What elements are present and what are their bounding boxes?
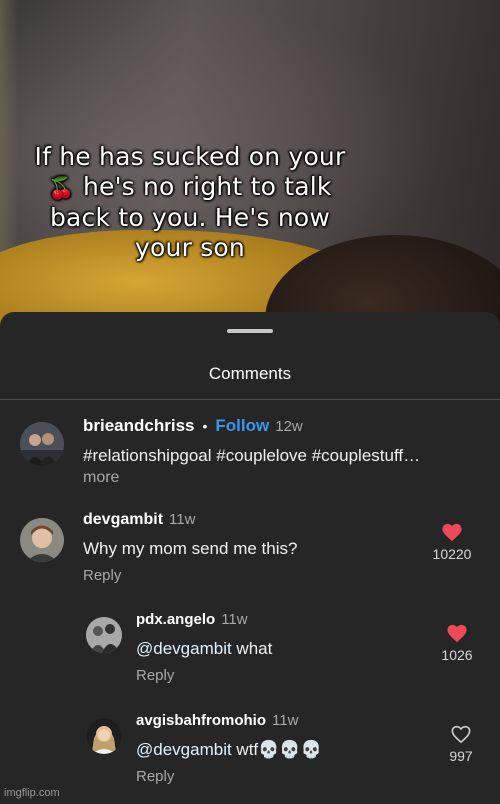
like-button[interactable]: 1026	[427, 623, 487, 663]
sheet-divider	[0, 399, 500, 400]
comment-age: 11w	[272, 712, 299, 729]
comment-age: 11w	[221, 611, 248, 628]
caption-line-1: If he has sucked on your	[34, 142, 346, 171]
comment-header: avgisbahfromohio 11w	[136, 712, 298, 730]
sheet-title: Comments	[208, 364, 292, 383]
post-author-avatar[interactable]	[20, 422, 64, 466]
caption-line-3: back to you. He's now	[49, 203, 331, 232]
like-count: 1026	[441, 647, 473, 663]
mention-link[interactable]: @devgambit	[136, 740, 232, 759]
comment-text: @devgambit what	[136, 639, 272, 659]
post-header: brieandchriss • Follow 12w	[83, 416, 303, 436]
like-button[interactable]: 10220	[422, 522, 482, 562]
commenter-username[interactable]: devgambit	[83, 511, 163, 528]
commenter-username[interactable]: pdx.angelo	[136, 611, 215, 628]
commenter-avatar[interactable]	[20, 518, 64, 562]
follow-button[interactable]: Follow	[215, 416, 269, 435]
comment-header: devgambit 11w	[83, 511, 195, 529]
comment-text: @devgambit wtf💀💀💀	[136, 740, 322, 760]
video-caption: If he has sucked on your 🍒 he's no right…	[0, 142, 380, 263]
commenter-avatar[interactable]	[86, 718, 122, 754]
caption-line-2: 🍒 he's no right to talk	[0, 172, 380, 203]
reply-button[interactable]: Reply	[136, 667, 174, 684]
like-count: 10220	[432, 546, 472, 562]
post-author-username[interactable]: brieandchriss	[83, 416, 195, 435]
caption-line-2-text: he's no right to talk	[82, 172, 332, 201]
reply-button[interactable]: Reply	[83, 567, 121, 584]
more-link[interactable]: more	[83, 469, 119, 487]
commenter-avatar[interactable]	[86, 617, 122, 653]
video-frame[interactable]: If he has sucked on your 🍒 he's no right…	[0, 0, 500, 330]
sheet-drag-handle[interactable]	[227, 329, 273, 333]
heart-filled-icon	[442, 523, 462, 542]
caption-line-4: your son	[135, 233, 245, 262]
heart-filled-icon	[447, 624, 467, 643]
mention-link[interactable]: @devgambit	[136, 639, 232, 658]
separator-dot: •	[202, 418, 208, 434]
watermark: imgflip.com	[4, 787, 60, 799]
comment-text-body: wtf💀💀💀	[231, 740, 322, 759]
comment-text-body: what	[231, 639, 273, 658]
comments-sheet: Comments brieandchriss • Follow 12w #relati…	[0, 312, 500, 804]
comment-header: pdx.angelo 11w	[136, 611, 248, 629]
reply-button[interactable]: Reply	[136, 768, 174, 785]
commenter-username[interactable]: avgisbahfromohio	[136, 712, 266, 729]
post-age: 12w	[275, 418, 303, 435]
comment-age: 11w	[169, 511, 196, 528]
post-caption-text: #relationshipgoal #couplelove #couplestu…	[83, 446, 421, 465]
comment-text: Why my mom send me this?	[83, 539, 298, 558]
heart-outline-icon	[451, 725, 471, 744]
cherry-emoji: 🍒	[48, 176, 75, 200]
like-button[interactable]: 997	[431, 724, 491, 764]
like-count: 997	[449, 748, 473, 764]
